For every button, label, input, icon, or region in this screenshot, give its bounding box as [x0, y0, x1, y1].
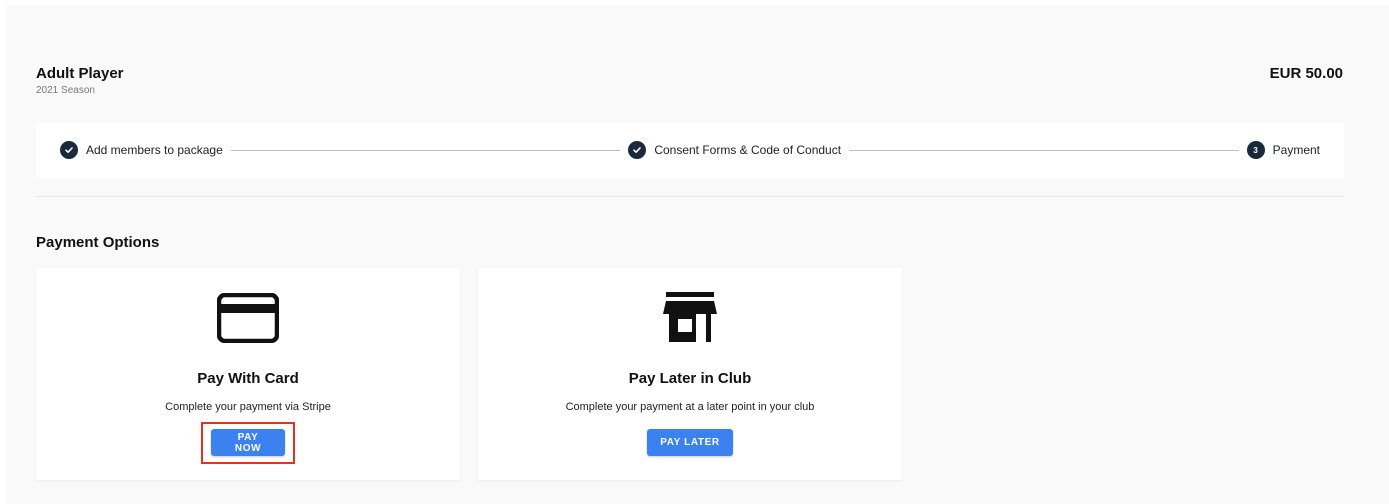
step-connector	[230, 149, 621, 151]
package-price: EUR 50.00	[1269, 65, 1343, 82]
section-divider	[36, 196, 1344, 197]
option-description: Complete your payment via Stripe	[165, 401, 331, 413]
store-icon	[658, 290, 722, 346]
step-label: Payment	[1272, 143, 1320, 157]
package-season: 2021 Season	[36, 85, 95, 96]
option-description: Complete your payment at a later point i…	[565, 401, 815, 413]
step-number: 3	[1253, 145, 1258, 155]
page-container: Adult Player 2021 Season EUR 50.00 Add m…	[6, 6, 1389, 504]
package-title: Adult Player	[36, 65, 124, 82]
payment-options-title: Payment Options	[36, 234, 160, 251]
pay-later-button[interactable]: PAY LATER	[647, 429, 733, 456]
package-header: Adult Player 2021 Season EUR 50.00	[36, 65, 1343, 105]
check-circle-icon	[628, 141, 647, 159]
option-title: Pay With Card	[197, 370, 299, 387]
option-title: Pay Later in Club	[628, 370, 752, 387]
step-connector	[849, 149, 1239, 151]
pay-later-option: Pay Later in Club Complete your payment …	[478, 268, 902, 480]
step-label: Consent Forms & Code of Conduct	[654, 143, 842, 157]
credit-card-icon	[216, 290, 280, 346]
step-add-members: Add members to package	[60, 141, 223, 159]
step-number-badge: 3	[1246, 141, 1265, 159]
pay-now-button[interactable]: PAY NOW	[211, 429, 285, 456]
step-payment: 3 Payment	[1246, 141, 1320, 159]
checkout-stepper: Add members to package Consent Forms & C…	[36, 122, 1344, 178]
step-consent-forms: Consent Forms & Code of Conduct	[628, 141, 841, 159]
step-label: Add members to package	[86, 143, 223, 157]
check-circle-icon	[60, 141, 78, 159]
pay-with-card-option: Pay With Card Complete your payment via …	[36, 268, 460, 480]
